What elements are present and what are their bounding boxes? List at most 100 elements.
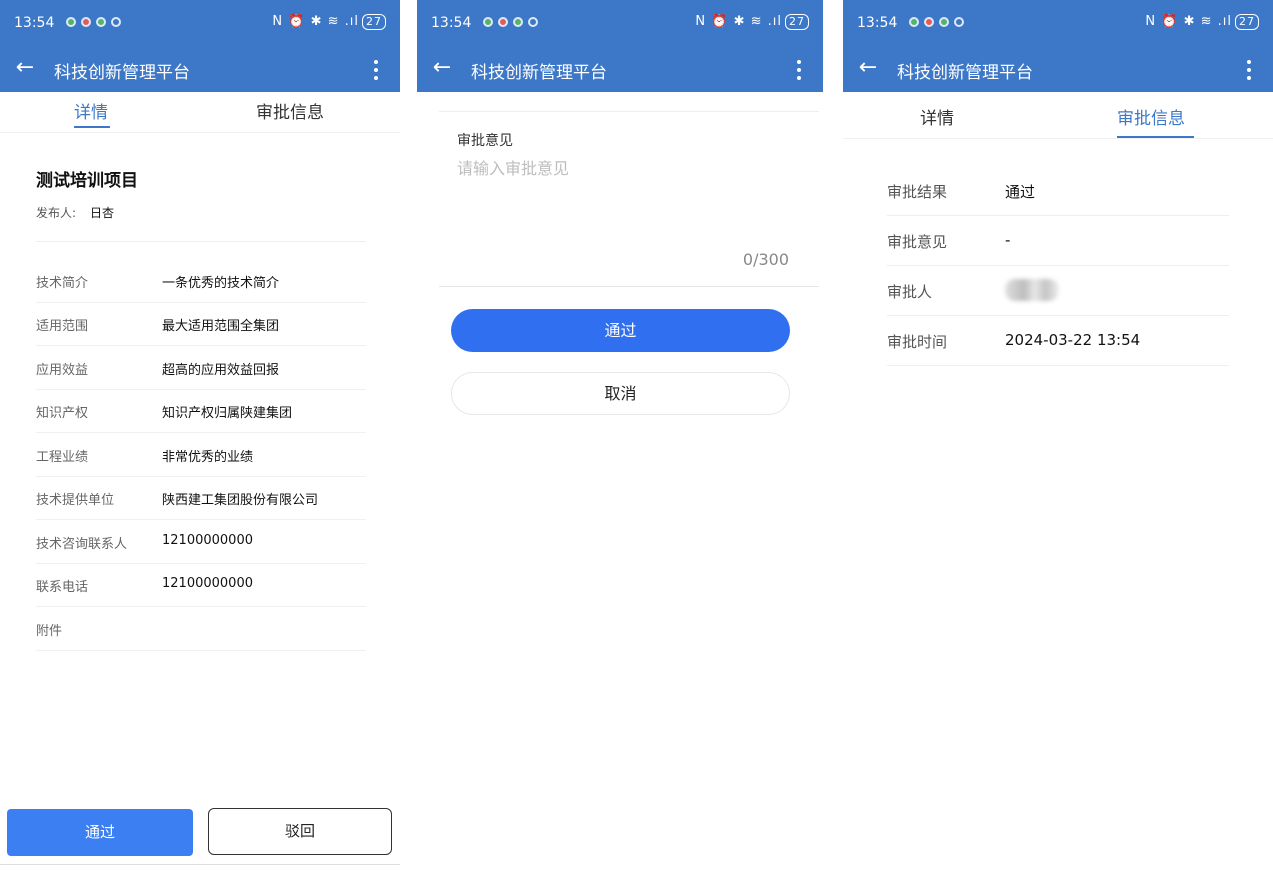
approval-row: 审批意见 -	[887, 215, 1229, 266]
field-value: 最大适用范围全集团	[162, 319, 280, 334]
divider	[439, 286, 819, 287]
battery-icon: 27	[1235, 14, 1259, 30]
navbar: ← 科技创新管理平台	[843, 46, 1273, 92]
detail-row: 工程业绩 非常优秀的业绩	[36, 433, 366, 477]
tab-detail[interactable]: 详情	[74, 98, 108, 123]
field-value: 超高的应用效益回报	[162, 363, 280, 378]
eye-icon	[528, 17, 538, 27]
notification-icon	[81, 17, 91, 27]
status-time: 13:54	[857, 15, 898, 31]
approval-row: 审批人	[887, 265, 1229, 316]
attachment-row[interactable]: 附件	[36, 607, 366, 651]
navbar: ← 科技创新管理平台	[417, 46, 823, 92]
back-arrow-icon[interactable]: ←	[12, 55, 38, 81]
navbar: ← 科技创新管理平台	[0, 46, 400, 92]
page-title: 科技创新管理平台	[897, 63, 1033, 83]
notification-icon	[924, 17, 934, 27]
eye-icon	[954, 17, 964, 27]
field-label: 附件	[36, 624, 63, 639]
screen-detail: 13:54 N ⏰ ✱ ≋ .ıl 27 ← 科技创新管理平台 详情 审批信息 测…	[0, 0, 400, 870]
char-counter: 0/300	[742, 250, 789, 269]
notification-icon	[483, 17, 493, 27]
notification-icon	[939, 17, 949, 27]
notification-icons	[909, 17, 964, 27]
field-label: 联系电话	[36, 580, 89, 595]
project-title: 测试培训项目	[36, 171, 138, 191]
publisher-label: 发布人:	[36, 206, 77, 220]
field-label: 技术简介	[36, 276, 89, 291]
back-arrow-icon[interactable]: ←	[429, 55, 455, 81]
notification-icon	[66, 17, 76, 27]
screen-approve-dialog: 13:54 N ⏰ ✱ ≋ .ıl27 ← 科技创新管理平台 审批意见 0/30…	[417, 0, 823, 870]
opinion-input[interactable]	[457, 155, 797, 245]
detail-row: 技术简介 一条优秀的技术简介	[36, 259, 366, 303]
field-label: 适用范围	[36, 319, 89, 334]
notification-icon	[498, 17, 508, 27]
bottom-divider	[0, 864, 400, 865]
more-vertical-icon[interactable]	[362, 54, 390, 84]
page-title: 科技创新管理平台	[471, 63, 607, 83]
notification-icon	[909, 17, 919, 27]
notification-icon	[513, 17, 523, 27]
detail-row: 技术提供单位 陕西建工集团股份有限公司	[36, 476, 366, 520]
detail-row: 联系电话 12100000000	[36, 563, 366, 607]
notification-icons	[66, 17, 121, 27]
field-value: 12100000000	[162, 576, 253, 591]
approval-value: -	[1005, 231, 1011, 249]
app-header: 13:54 N ⏰ ✱ ≋ .ıl 27 ← 科技创新管理平台	[0, 0, 400, 92]
approval-label: 审批意见	[887, 233, 948, 251]
field-label: 知识产权	[36, 406, 89, 421]
more-vertical-icon[interactable]	[1235, 54, 1263, 84]
notification-icon	[96, 17, 106, 27]
detail-row: 知识产权 知识产权归属陕建集团	[36, 389, 366, 433]
system-icons: N ⏰ ✱ ≋ .ıl 27	[272, 14, 386, 30]
detail-row: 技术咨询联系人 12100000000	[36, 520, 366, 564]
active-tab-indicator	[1117, 136, 1194, 138]
battery-icon: 27	[362, 14, 386, 30]
status-bar: 13:54 N ⏰ ✱ ≋ .ıl 27	[417, 0, 823, 46]
cancel-button[interactable]: 取消	[451, 372, 790, 415]
notification-icons	[483, 17, 538, 27]
field-label: 技术咨询联系人	[36, 537, 128, 552]
status-bar: 13:54 N ⏰ ✱ ≋ .ıl 27	[843, 0, 1273, 46]
system-icons: N ⏰ ✱ ≋ .ıl 27	[1145, 14, 1259, 30]
tab-approval-info[interactable]: 审批信息	[1117, 104, 1185, 129]
approval-label: 审批人	[887, 283, 933, 301]
field-label: 应用效益	[36, 363, 89, 378]
signal-icons: N ⏰ ✱ ≋ .ıl	[1145, 14, 1232, 29]
divider	[36, 241, 366, 242]
blurred-approver-avatar	[1005, 279, 1059, 301]
system-icons: N ⏰ ✱ ≋ .ıl 27	[695, 14, 809, 30]
detail-row: 应用效益 超高的应用效益回报	[36, 346, 366, 390]
divider	[439, 111, 819, 112]
status-time: 13:54	[14, 15, 55, 31]
tab-detail[interactable]: 详情	[920, 104, 954, 129]
signal-icons: N ⏰ ✱ ≋ .ıl	[695, 14, 782, 29]
approve-button[interactable]: 通过	[7, 809, 193, 856]
publisher-line: 发布人: 日杏	[36, 204, 114, 221]
screen-approval-info: 13:54 N ⏰ ✱ ≋ .ıl 27 ← 科技创新管理平台 详情 审批信息 审…	[843, 0, 1273, 870]
app-header: 13:54 N ⏰ ✱ ≋ .ıl 27 ← 科技创新管理平台	[843, 0, 1273, 92]
eye-icon	[111, 17, 121, 27]
approval-label: 审批时间	[887, 333, 948, 351]
approval-label: 审批结果	[887, 183, 948, 201]
app-header: 13:54 N ⏰ ✱ ≋ .ıl 27 ← 科技创新管理平台	[417, 0, 823, 92]
back-arrow-icon[interactable]: ←	[855, 55, 881, 81]
field-label: 工程业绩	[36, 450, 89, 465]
confirm-approve-button[interactable]: 通过	[451, 309, 790, 352]
active-tab-indicator	[74, 126, 110, 128]
approval-value: 2024-03-22 13:54	[1005, 331, 1141, 349]
signal-icons: N ⏰ ✱ ≋ .ıl	[272, 14, 359, 29]
approval-value: 通过	[1005, 183, 1036, 201]
battery-icon: 27	[785, 14, 809, 30]
reject-button[interactable]: 驳回	[208, 808, 392, 855]
more-vertical-icon[interactable]	[785, 54, 813, 84]
tab-approval-info[interactable]: 审批信息	[256, 98, 324, 123]
page-title: 科技创新管理平台	[54, 63, 190, 83]
opinion-label: 审批意见	[457, 133, 513, 149]
tab-bar: 详情 审批信息	[843, 92, 1273, 139]
tab-bar: 详情 审批信息	[0, 92, 400, 133]
field-label: 技术提供单位	[36, 493, 115, 508]
approval-row: 审批结果 通过	[887, 165, 1229, 216]
detail-row: 适用范围 最大适用范围全集团	[36, 302, 366, 346]
